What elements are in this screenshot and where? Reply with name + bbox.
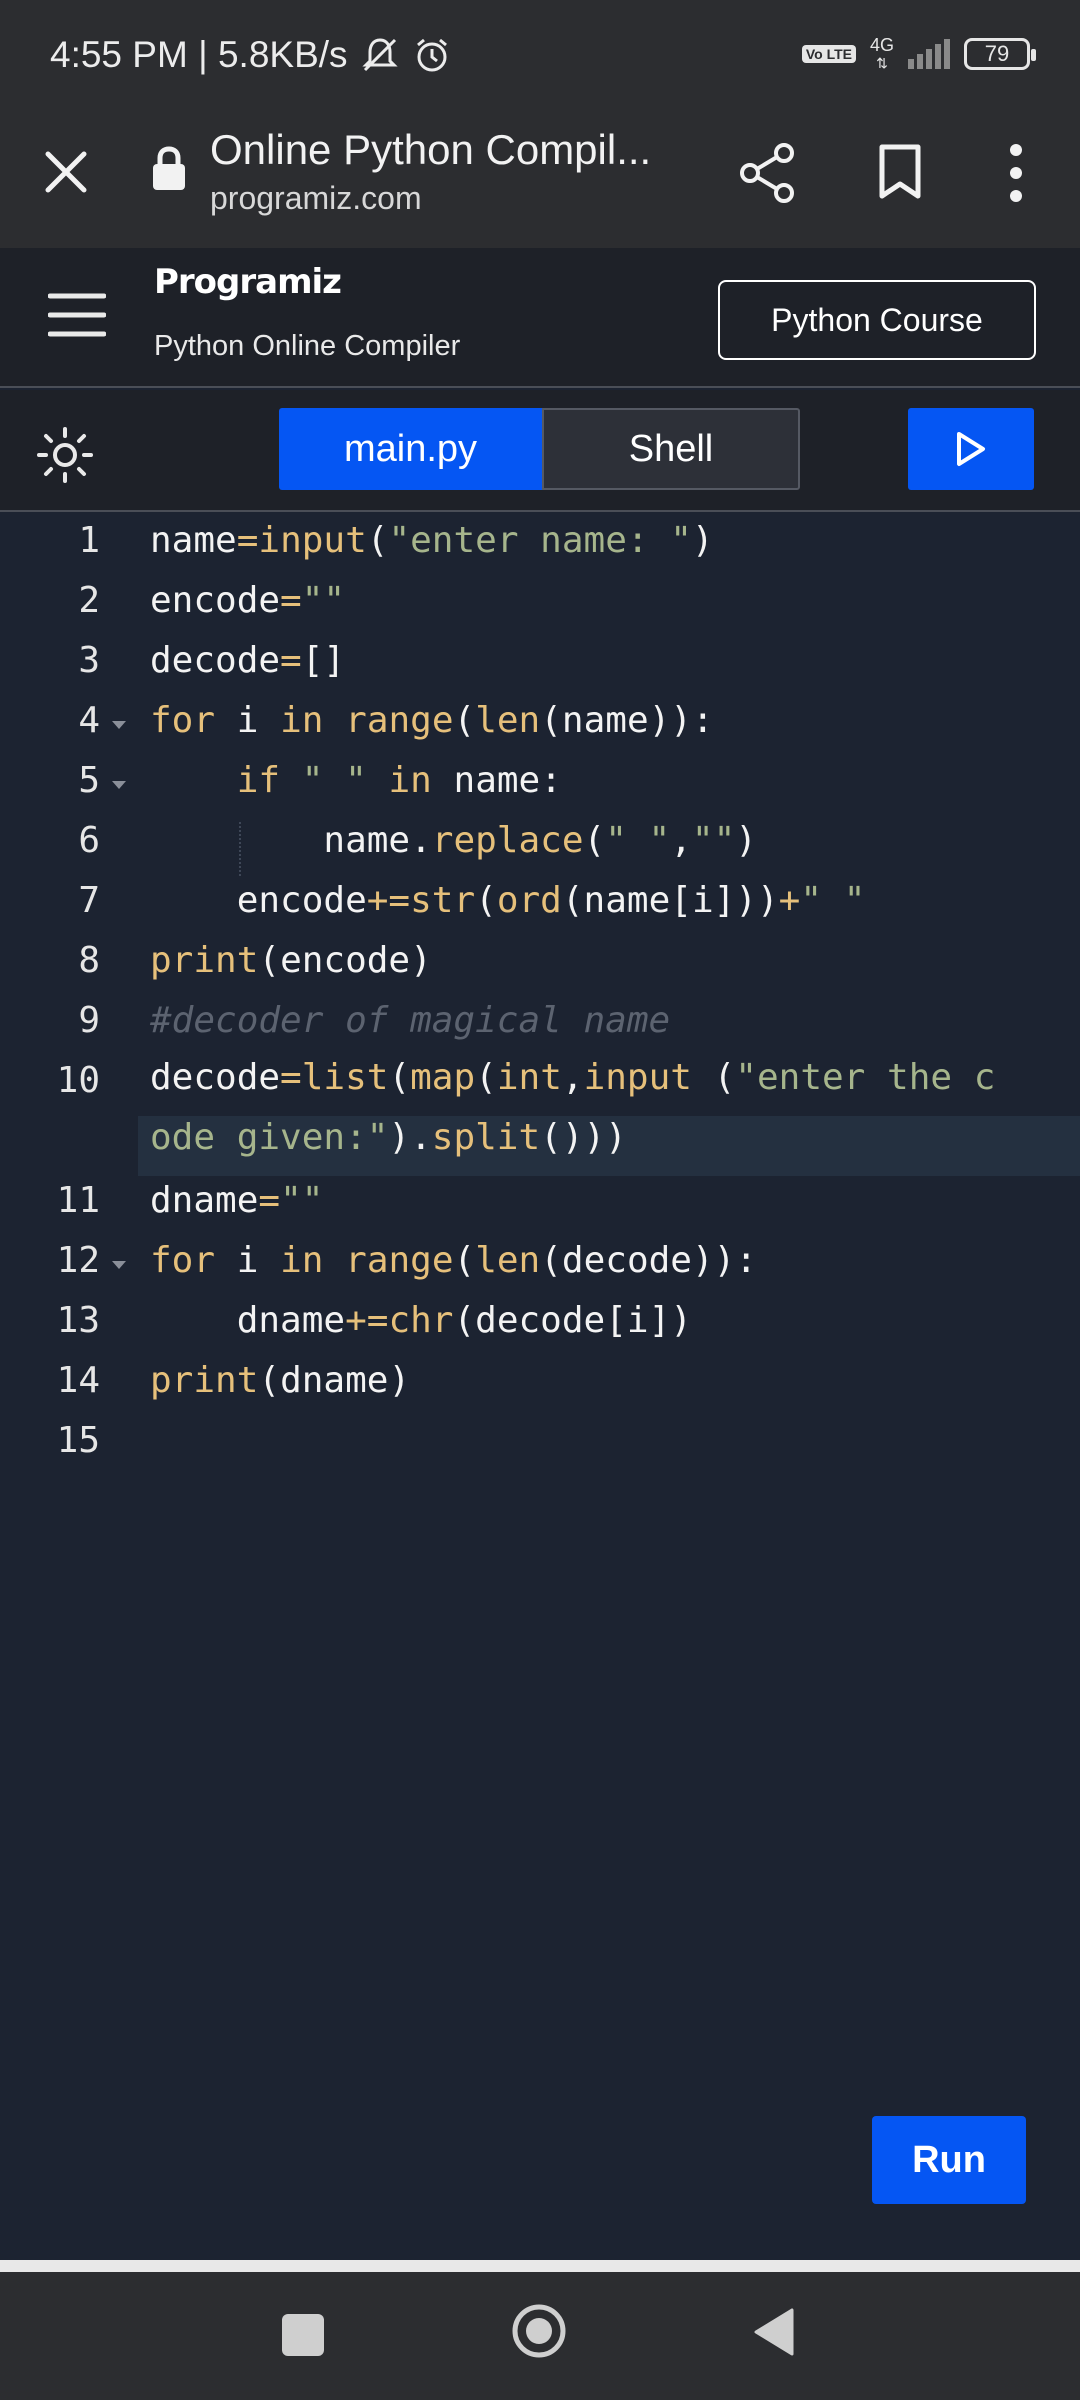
system-nav-bar — [0, 2272, 1080, 2400]
line-number: 2 — [78, 580, 100, 621]
code-line[interactable]: name=input("enter name: ") — [150, 520, 714, 561]
status-bar: 4:55 PM | 5.8KB/s Vo LTE 4G ⇅ 79 — [0, 0, 1080, 112]
status-right: Vo LTE 4G ⇅ 79 — [801, 35, 1036, 72]
line-number: 15 — [56, 1420, 100, 1461]
programiz-logo[interactable]: Programiz — [154, 262, 342, 302]
tab-shell[interactable]: Shell — [542, 408, 800, 490]
fold-arrow-icon[interactable] — [110, 718, 128, 732]
code-editor[interactable]: 1 2 3 4 5 6 7 8 9 10 11 12 13 14 15 name… — [0, 512, 1080, 2260]
editor-toolbar: main.py Shell — [0, 390, 1080, 512]
code-line[interactable]: if " " in name: — [150, 760, 562, 801]
network-label: 4G — [869, 35, 894, 55]
line-number: 6 — [78, 820, 100, 861]
run-button[interactable]: Run — [872, 2116, 1026, 2204]
code-line[interactable]: name.replace(" ","") — [150, 820, 757, 861]
line-number: 14 — [56, 1360, 100, 1401]
code-line[interactable]: decode=[] — [150, 640, 345, 681]
tab-main-py[interactable]: main.py — [279, 408, 542, 490]
network-type: 4G ⇅ — [869, 35, 894, 71]
share-icon[interactable] — [738, 142, 796, 204]
line-number: 12 — [56, 1240, 100, 1281]
theme-toggle-icon[interactable] — [36, 426, 94, 484]
page-domain[interactable]: programiz.com — [210, 180, 422, 217]
fold-arrow-icon[interactable] — [110, 778, 128, 792]
hamburger-menu-icon[interactable] — [48, 292, 106, 338]
divider — [0, 2260, 1080, 2272]
time-speed: 4:55 PM | 5.8KB/s — [50, 34, 348, 75]
mute-notification-icon — [361, 38, 398, 72]
battery-icon: 79 — [964, 38, 1036, 70]
play-icon — [957, 432, 985, 466]
python-course-button[interactable]: Python Course — [718, 280, 1036, 360]
line-number: 5 — [78, 760, 100, 801]
code-line[interactable]: dname="" — [150, 1180, 323, 1221]
line-number: 13 — [56, 1300, 100, 1341]
page-title[interactable]: Online Python Compil... — [210, 126, 651, 174]
alarm-icon — [416, 38, 447, 72]
line-number: 8 — [78, 940, 100, 981]
code-line[interactable]: #decoder of magical name — [150, 1000, 670, 1041]
browser-toolbar: Online Python Compil... programiz.com — [0, 112, 1080, 248]
line-number: 11 — [56, 1180, 100, 1221]
line-number: 1 — [78, 520, 100, 561]
home-icon[interactable] — [510, 2302, 568, 2360]
code-line[interactable]: for i in range(len(name)): — [150, 700, 714, 741]
code-line[interactable]: dname+=chr(decode[i]) — [150, 1300, 692, 1341]
code-line[interactable]: print(encode) — [150, 940, 432, 981]
run-icon-button[interactable] — [908, 408, 1034, 490]
code-line-wrapped[interactable]: decode=list(map(int,input ("enter the co… — [150, 1048, 1010, 1168]
site-header: Programiz Python Online Compiler Python … — [0, 248, 1080, 388]
code-line[interactable]: print(dname) — [150, 1360, 410, 1401]
line-number: 3 — [78, 640, 100, 681]
line-number: 10 — [56, 1060, 100, 1101]
volte-icon: Vo LTE — [801, 45, 856, 63]
recents-icon[interactable] — [282, 2314, 324, 2356]
lock-icon — [153, 146, 185, 190]
line-number: 9 — [78, 1000, 100, 1041]
fold-arrow-icon[interactable] — [110, 1258, 128, 1272]
signal-icon — [908, 39, 950, 69]
line-number: 4 — [78, 700, 100, 741]
code-line[interactable]: encode+=str(ord(name[i]))+" " — [150, 880, 866, 921]
site-subtitle: Python Online Compiler — [154, 330, 461, 362]
back-icon[interactable] — [752, 2306, 796, 2358]
line-number: 7 — [78, 880, 100, 921]
code-line[interactable]: for i in range(len(decode)): — [150, 1240, 757, 1281]
status-left: 4:55 PM | 5.8KB/s — [50, 34, 452, 76]
code-line[interactable]: encode="" — [150, 580, 345, 621]
more-vert-icon[interactable] — [1004, 142, 1028, 204]
bookmark-icon[interactable] — [878, 144, 922, 200]
close-icon[interactable] — [40, 146, 92, 198]
